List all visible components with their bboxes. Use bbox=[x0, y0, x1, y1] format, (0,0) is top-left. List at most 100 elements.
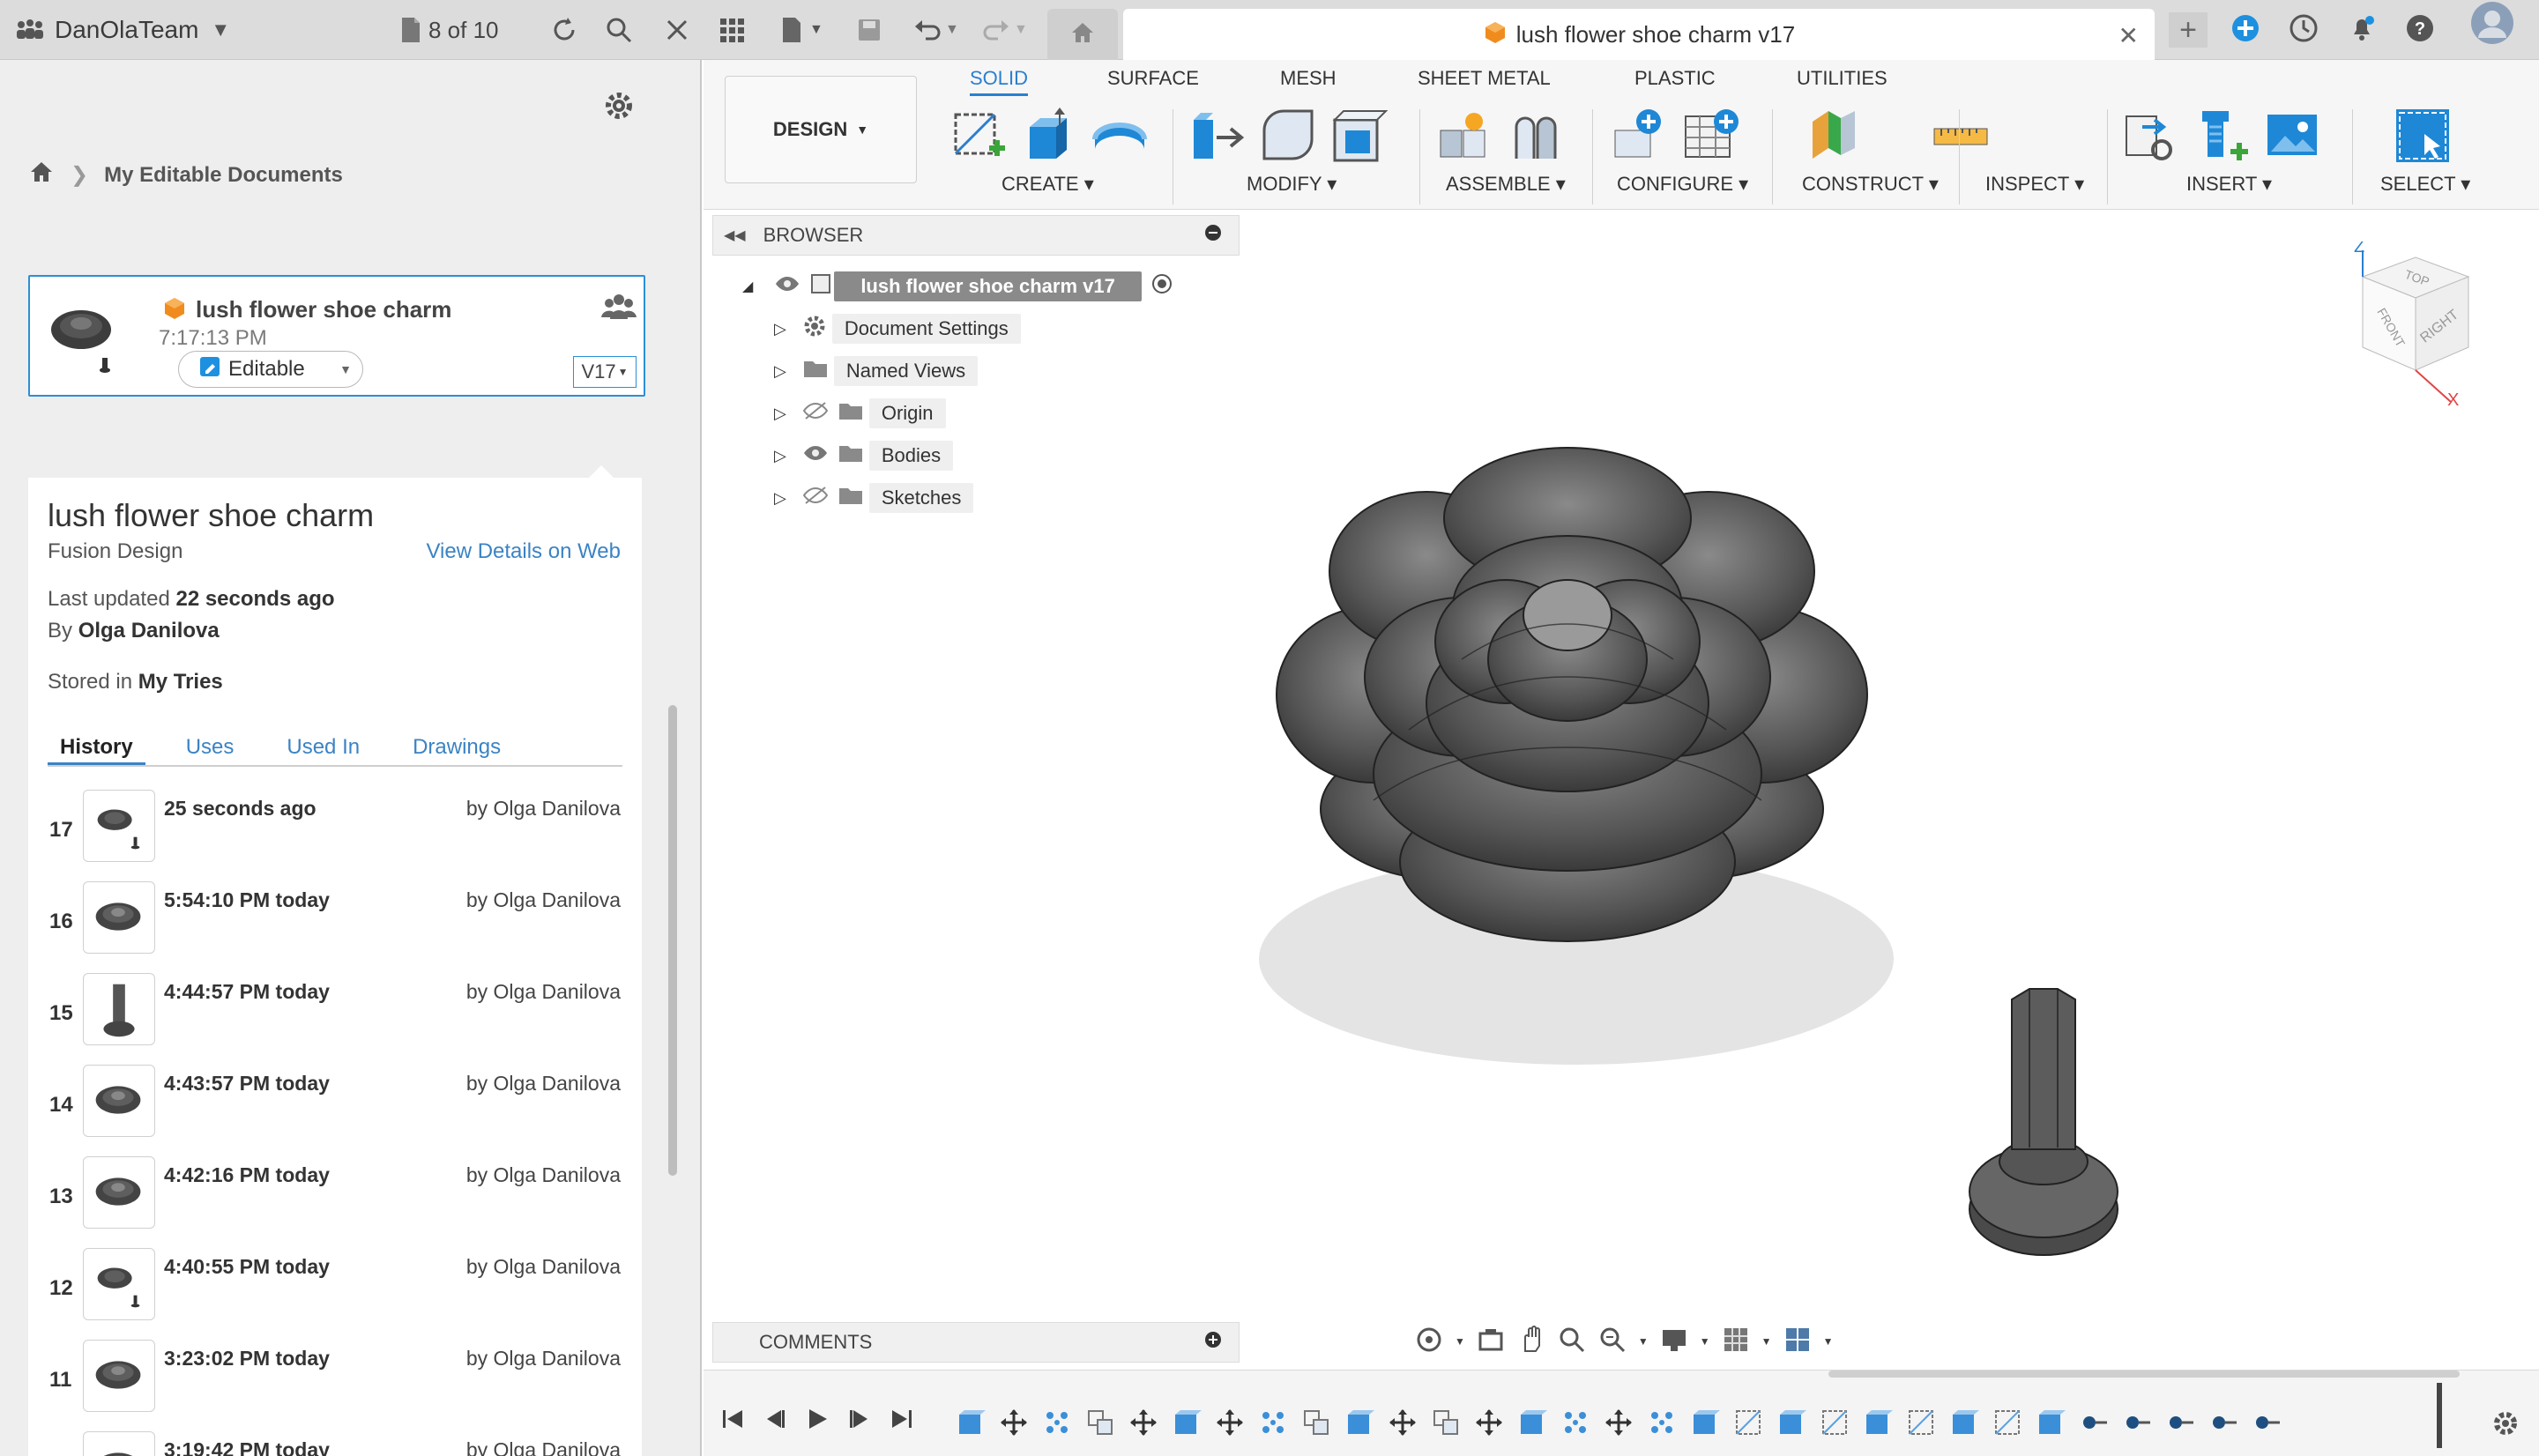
zoom-icon[interactable] bbox=[1557, 1325, 1587, 1359]
new-component-icon[interactable] bbox=[1433, 104, 1497, 167]
expand-arrow-icon[interactable]: ▷ bbox=[774, 489, 786, 508]
timeline-feature-sketch-icon[interactable] bbox=[1517, 1408, 1547, 1437]
group-configure[interactable]: CONFIGURE ▾ bbox=[1617, 173, 1748, 196]
expand-arrow-icon[interactable]: ▷ bbox=[774, 447, 786, 465]
group-inspect[interactable]: INSPECT ▾ bbox=[1985, 173, 2084, 196]
grid-settings-icon[interactable] bbox=[1721, 1325, 1751, 1359]
press-pull-icon[interactable] bbox=[1187, 104, 1250, 167]
timeline-feature-combine-icon[interactable] bbox=[1431, 1408, 1461, 1437]
tab-used-in[interactable]: Used In bbox=[274, 728, 372, 765]
search-button[interactable] bbox=[601, 12, 637, 48]
offset-plane-icon[interactable] bbox=[1802, 104, 1865, 167]
timeline-feature-form-icon[interactable] bbox=[1906, 1408, 1936, 1437]
document-tab[interactable]: lush flower shoe charm v17 ✕ bbox=[1123, 9, 2155, 60]
job-status-button[interactable] bbox=[2289, 12, 2319, 48]
fillet-icon[interactable] bbox=[1257, 104, 1321, 167]
browser-item-named-views[interactable]: ▷ Named Views bbox=[774, 354, 979, 388]
measure-icon[interactable] bbox=[1929, 104, 1992, 167]
notifications-button[interactable] bbox=[2347, 12, 2377, 48]
revolve-icon[interactable] bbox=[1088, 104, 1151, 167]
group-modify[interactable]: MODIFY ▾ bbox=[1247, 173, 1337, 196]
eye-icon[interactable] bbox=[802, 443, 829, 468]
help-button[interactable]: ? bbox=[2405, 12, 2435, 48]
redo-button[interactable]: ▼ bbox=[979, 12, 1028, 48]
timeline-feature-move-icon[interactable] bbox=[999, 1408, 1029, 1437]
timeline-feature-combine-icon[interactable] bbox=[1301, 1408, 1331, 1437]
document-card[interactable]: lush flower shoe charm 7:17:13 PM Editab… bbox=[28, 275, 645, 397]
timeline-feature-sketch-icon[interactable] bbox=[956, 1408, 986, 1437]
workspace-switcher[interactable]: DESIGN ▼ bbox=[725, 76, 917, 183]
team-name[interactable]: DanOlaTeam bbox=[55, 16, 198, 44]
expand-arrow-icon[interactable]: ▷ bbox=[774, 320, 786, 338]
expand-arrow-icon[interactable]: ▷ bbox=[774, 362, 786, 381]
file-menu-button[interactable]: ▼ bbox=[774, 12, 823, 48]
timeline-settings-gear-icon[interactable] bbox=[2491, 1409, 2520, 1442]
select-icon[interactable] bbox=[2391, 104, 2454, 167]
activate-radio-icon[interactable] bbox=[1150, 272, 1173, 301]
group-select[interactable]: SELECT ▾ bbox=[2380, 173, 2470, 196]
timeline-scroll-track[interactable] bbox=[1828, 1371, 2460, 1378]
people-icon[interactable] bbox=[601, 289, 637, 324]
app-grid-button[interactable] bbox=[714, 12, 749, 48]
tab-surface[interactable]: SURFACE bbox=[1107, 67, 1199, 90]
joint-icon[interactable] bbox=[1504, 104, 1567, 167]
history-row[interactable]: 16 5:54:10 PM today by Olga Danilova bbox=[28, 881, 642, 973]
timeline-feature-move-icon[interactable] bbox=[1215, 1408, 1245, 1437]
pin-model[interactable] bbox=[1964, 980, 2123, 1280]
extrude-icon[interactable] bbox=[1017, 104, 1081, 167]
chevron-down-icon[interactable]: ▼ bbox=[1823, 1335, 1834, 1348]
browser-item-origin[interactable]: ▷ Origin bbox=[774, 397, 946, 430]
tab-sheet-metal[interactable]: SHEET METAL bbox=[1418, 67, 1551, 90]
view-details-link[interactable]: View Details on Web bbox=[426, 539, 621, 564]
history-scrollbar[interactable] bbox=[668, 705, 677, 1176]
go-to-start-icon[interactable] bbox=[719, 1406, 746, 1437]
timeline-feature-pattern-icon[interactable] bbox=[1560, 1408, 1590, 1437]
timeline-feature-move-icon[interactable] bbox=[1474, 1408, 1504, 1437]
timeline-feature-pattern-icon[interactable] bbox=[1647, 1408, 1677, 1437]
timeline-feature-sketch-icon[interactable] bbox=[1172, 1408, 1202, 1437]
pan-hand-icon[interactable] bbox=[1516, 1325, 1546, 1359]
browser-item-document-settings[interactable]: ▷ Document Settings bbox=[774, 312, 1021, 345]
editable-status-dropdown[interactable]: Editable ▼ bbox=[178, 351, 363, 388]
tab-drawings[interactable]: Drawings bbox=[400, 728, 513, 765]
look-at-icon[interactable] bbox=[1476, 1325, 1506, 1359]
undo-button[interactable]: ▼ bbox=[910, 12, 959, 48]
home-icon[interactable] bbox=[28, 159, 55, 191]
group-create[interactable]: CREATE ▾ bbox=[1001, 173, 1094, 196]
tab-history[interactable]: History bbox=[48, 728, 145, 765]
chevron-down-icon[interactable]: ▼ bbox=[1638, 1335, 1649, 1348]
browser-root-label[interactable]: lush flower shoe charm v17 bbox=[834, 271, 1142, 301]
configuration-table-icon[interactable] bbox=[1680, 104, 1744, 167]
history-row[interactable]: 17 25 seconds ago by Olga Danilova bbox=[28, 790, 642, 881]
plus-circle-icon[interactable] bbox=[1203, 1330, 1223, 1355]
save-button[interactable] bbox=[852, 12, 887, 48]
tab-mesh[interactable]: MESH bbox=[1280, 67, 1337, 90]
chevron-down-icon[interactable]: ▼ bbox=[1761, 1335, 1772, 1348]
chevron-down-icon[interactable]: ▼ bbox=[1700, 1335, 1710, 1348]
insert-derive-icon[interactable] bbox=[2119, 104, 2183, 167]
timeline-feature-move-icon[interactable] bbox=[1388, 1408, 1418, 1437]
timeline-feature-combine-icon[interactable] bbox=[1085, 1408, 1115, 1437]
timeline-feature-body-icon[interactable] bbox=[2036, 1408, 2066, 1437]
group-assemble[interactable]: ASSEMBLE ▾ bbox=[1446, 173, 1566, 196]
timeline-feature-move-icon[interactable] bbox=[1128, 1408, 1158, 1437]
history-row[interactable]: 14 4:43:57 PM today by Olga Danilova bbox=[28, 1065, 642, 1156]
collapse-panel-icon[interactable]: ◀◀ bbox=[724, 227, 746, 244]
browser-header[interactable]: ◀◀ BROWSER bbox=[712, 215, 1240, 256]
step-back-icon[interactable] bbox=[762, 1406, 788, 1437]
create-sketch-icon[interactable] bbox=[947, 104, 1010, 167]
eye-hidden-icon[interactable] bbox=[802, 486, 829, 510]
timeline-feature-body-icon[interactable] bbox=[1690, 1408, 1720, 1437]
view-cube[interactable]: Z X TOP FRONT RIGHT bbox=[2336, 237, 2486, 410]
history-row[interactable]: 13 4:42:16 PM today by Olga Danilova bbox=[28, 1156, 642, 1248]
timeline-marker[interactable] bbox=[2437, 1383, 2442, 1448]
history-row[interactable]: 15 4:44:57 PM today by Olga Danilova bbox=[28, 973, 642, 1065]
timeline-feature-body-icon[interactable] bbox=[1776, 1408, 1806, 1437]
tab-utilities[interactable]: UTILITIES bbox=[1797, 67, 1887, 90]
tab-plastic[interactable]: PLASTIC bbox=[1634, 67, 1716, 90]
fit-icon[interactable] bbox=[1597, 1325, 1627, 1359]
group-insert[interactable]: INSERT ▾ bbox=[2186, 173, 2272, 196]
comments-header[interactable]: COMMENTS bbox=[712, 1322, 1240, 1363]
timeline-feature-form-icon[interactable] bbox=[1820, 1408, 1850, 1437]
timeline-feature-joint-icon[interactable] bbox=[2079, 1408, 2109, 1437]
